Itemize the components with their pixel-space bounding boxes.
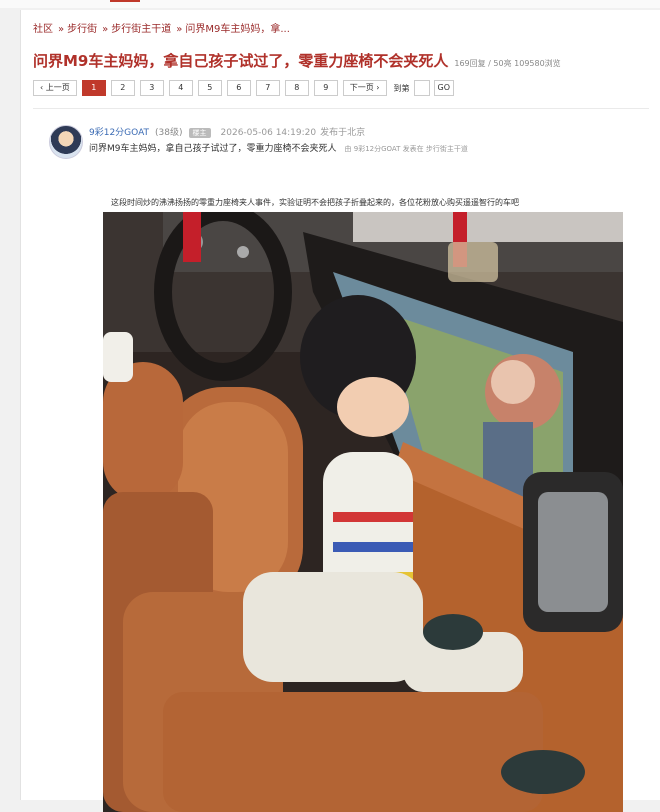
page-button-4[interactable]: 4: [168, 80, 193, 96]
author-level: (38级): [155, 128, 183, 138]
breadcrumb-separator: »: [58, 24, 65, 35]
jump-label: 到第: [393, 83, 410, 93]
avatar[interactable]: [49, 125, 83, 159]
top-accent: [110, 0, 140, 2]
breadcrumb-item-thread[interactable]: 问界M9车主妈妈，拿...: [185, 24, 290, 35]
author-name[interactable]: 9彩12分GOAT: [89, 128, 149, 138]
thread-header: 问界M9车主妈妈，拿自己孩子试过了，零重力座椅不会夹死人 169回复 / 50亮 …: [33, 50, 561, 71]
meta-author-link[interactable]: 9彩12分GOAT: [354, 145, 401, 153]
meta-board-link[interactable]: 步行街主干道: [426, 145, 468, 153]
forum-page: 社区» 步行街» 步行街主干道» 问界M9车主妈妈，拿... 问界M9车主妈妈，拿自己…: [20, 10, 660, 812]
breadcrumb-separator: »: [176, 24, 183, 35]
top-strip: [0, 0, 660, 8]
post-photo[interactable]: [103, 212, 623, 812]
post-location: 发布于北京: [320, 128, 366, 138]
breadcrumb-item-main-road[interactable]: 步行街主干道: [111, 24, 171, 35]
page-button-9[interactable]: 9: [313, 80, 338, 96]
post-author-row: 9彩12分GOAT (38级) 楼主 2026-05-06 14:19:20 发布于北京: [89, 125, 365, 138]
page-button-3[interactable]: 3: [139, 80, 164, 96]
jump-page-input[interactable]: [413, 80, 430, 96]
prev-page-button[interactable]: ‹ 上一页: [33, 80, 77, 96]
go-button[interactable]: GO: [433, 80, 454, 96]
divider: [33, 108, 649, 109]
page-button-5[interactable]: 5: [197, 80, 222, 96]
post-body: 这段时间炒的沸沸扬扬的零重力座椅夹人事件，实验证明不会把孩子折叠起来的，各位花粉…: [111, 198, 519, 207]
page-button-7[interactable]: 7: [255, 80, 280, 96]
post-time: 2026-05-06 14:19:20: [220, 128, 317, 138]
op-badge: 楼主: [188, 128, 211, 138]
breadcrumb-separator: »: [102, 24, 109, 35]
page-button-1[interactable]: 1: [81, 80, 106, 96]
photo-icon: [103, 212, 623, 812]
page-button-2[interactable]: 2: [110, 80, 135, 96]
post-subject: 问界M9车主妈妈，拿自己孩子试过了，零重力座椅不会夹死人: [89, 144, 337, 154]
post-meta: 由 9彩12分GOAT 发表在 步行街主干道: [345, 145, 468, 153]
breadcrumb-item-community[interactable]: 社区: [33, 24, 53, 35]
page-button-8[interactable]: 8: [284, 80, 309, 96]
meta-by: 由: [344, 145, 352, 153]
breadcrumb-item-street[interactable]: 步行街: [67, 24, 97, 35]
breadcrumb: 社区» 步行街» 步行街主干道» 问界M9车主妈妈，拿...: [33, 20, 292, 35]
pagination: ‹ 上一页 1 2 3 4 5 6 7 8 9 下一页 › 到第 GO: [33, 80, 454, 96]
meta-posted: 发表在: [402, 145, 424, 153]
page-button-6[interactable]: 6: [226, 80, 251, 96]
thread-stats: 169回复 / 50亮 109580浏览: [454, 59, 561, 68]
thread-title: 问界M9车主妈妈，拿自己孩子试过了，零重力座椅不会夹死人: [33, 52, 449, 70]
next-page-button[interactable]: 下一页 ›: [342, 80, 387, 96]
post-subject-row: 问界M9车主妈妈，拿自己孩子试过了，零重力座椅不会夹死人由 9彩12分GOAT …: [89, 141, 468, 154]
